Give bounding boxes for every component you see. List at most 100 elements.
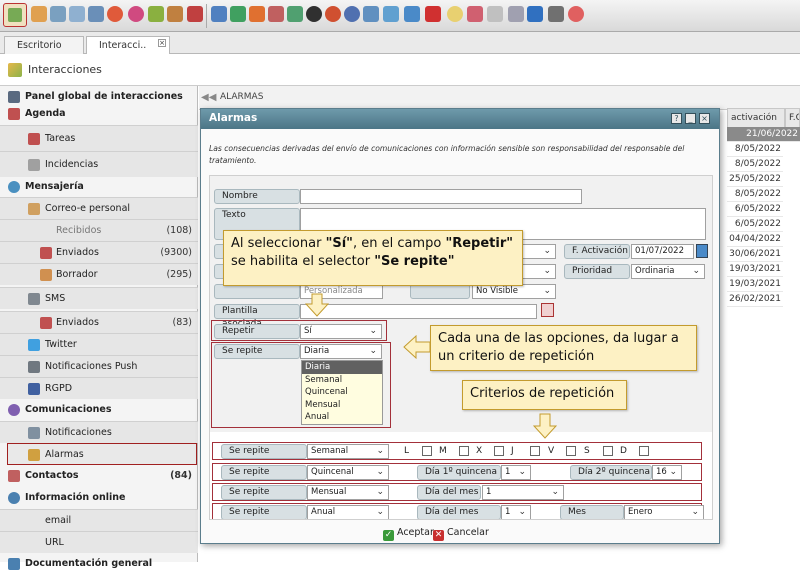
close-icon[interactable]: ×: [699, 113, 710, 124]
user-icon[interactable]: [31, 6, 47, 22]
anual-dia-select[interactable]: 1 ⌄: [501, 505, 531, 519]
delete-template-icon[interactable]: [541, 303, 554, 317]
quincenal-select[interactable]: Quincenal ⌄: [307, 465, 389, 480]
nombre-input[interactable]: [300, 189, 582, 204]
dropdown-option[interactable]: Semanal: [302, 374, 382, 387]
weekday-checkbox[interactable]: [530, 446, 540, 456]
dia-1-value: 1: [505, 467, 511, 477]
chat-icon[interactable]: [325, 6, 341, 22]
package-icon[interactable]: [287, 6, 303, 22]
sidebar-item-rgpd[interactable]: RGPD: [0, 377, 198, 399]
repetir-select[interactable]: Sí ⌄: [300, 324, 382, 339]
se-repite-select[interactable]: Diaria ⌄: [300, 344, 382, 359]
target-icon[interactable]: [128, 6, 144, 22]
weekday-checkbox[interactable]: [422, 446, 432, 456]
sidebar-item-sms-enviados[interactable]: Enviados (83): [0, 311, 198, 333]
f-activacion-input[interactable]: 01/07/2022: [631, 244, 694, 259]
mes-label: Mes: [560, 505, 624, 519]
semanal-select[interactable]: Semanal ⌄: [307, 444, 389, 459]
mes-select[interactable]: Enero ⌄: [624, 505, 704, 519]
column-header-fco[interactable]: F.Co: [785, 108, 800, 128]
calendar-icon[interactable]: [696, 244, 708, 258]
dropdown-option[interactable]: Diaria: [302, 361, 382, 374]
weekday-checkbox[interactable]: [639, 446, 649, 456]
gift-icon[interactable]: [187, 6, 203, 22]
sidebar-item-incidencias[interactable]: Incidencias: [0, 151, 198, 177]
news-icon[interactable]: [467, 6, 483, 22]
diamond-icon[interactable]: [363, 6, 379, 22]
phone-icon[interactable]: [527, 6, 543, 22]
sidebar-item-email[interactable]: email: [0, 509, 198, 531]
help-icon[interactable]: [568, 6, 584, 22]
sidebar-item-comunicaciones[interactable]: Comunicaciones: [0, 399, 198, 421]
prioridad-select[interactable]: Ordinaria ⌄: [631, 264, 705, 279]
sidebar-item-twitter[interactable]: Twitter: [0, 333, 198, 355]
sidebar-item-agenda[interactable]: Agenda: [0, 103, 198, 125]
list-icon[interactable]: [69, 6, 85, 22]
minimize-icon[interactable]: _: [685, 113, 696, 124]
sidebar-item-enviados[interactable]: Enviados (9300): [0, 241, 198, 263]
sidebar-item-tareas[interactable]: Tareas: [0, 125, 198, 151]
ball-icon[interactable]: [306, 6, 322, 22]
cancel-button[interactable]: ✕ Cancelar: [433, 527, 489, 541]
dia-2-quincena-label: Día 2º quincena: [570, 465, 652, 480]
tab-interacciones[interactable]: Interacci.. ×: [86, 36, 170, 54]
dialog-title: Alarmas: [209, 112, 258, 124]
contacts-icon[interactable]: [50, 6, 66, 22]
globe-icon[interactable]: [344, 6, 360, 22]
weekday-checkbox[interactable]: [494, 446, 504, 456]
sidebar-item-informacion-online[interactable]: Información online: [0, 487, 198, 509]
weekday-checkbox[interactable]: [603, 446, 613, 456]
sidebar-item-url[interactable]: URL: [0, 531, 198, 553]
dropdown-option[interactable]: Anual: [302, 411, 382, 424]
monitor-icon[interactable]: [88, 6, 104, 22]
collapse-icon[interactable]: ◀◀: [201, 92, 216, 104]
help-icon[interactable]: ?: [671, 113, 682, 124]
car-icon[interactable]: [211, 6, 227, 22]
plantilla-input[interactable]: [300, 304, 537, 319]
anual-select[interactable]: Anual ⌄: [307, 505, 389, 519]
lightbulb-icon[interactable]: [447, 6, 463, 22]
accept-button[interactable]: ✓ Aceptar: [383, 527, 434, 541]
document-icon[interactable]: [230, 6, 246, 22]
download-icon[interactable]: [383, 6, 399, 22]
sidebar-item-borrador[interactable]: Borrador (295): [0, 263, 198, 285]
sidebar-item-correo[interactable]: Correo-e personal: [0, 197, 198, 219]
sidebar-item-documentacion[interactable]: Documentación general: [0, 553, 198, 575]
sidebar-item-push[interactable]: Notificaciones Push: [0, 355, 198, 377]
tab-escritorio[interactable]: Escritorio: [4, 36, 84, 54]
check-icon[interactable]: [148, 6, 164, 22]
google-icon[interactable]: [425, 6, 441, 22]
sidebar-item-contactos[interactable]: Contactos (84): [0, 465, 198, 487]
mensual-select[interactable]: Mensual ⌄: [307, 485, 389, 500]
outlook-icon[interactable]: [404, 6, 420, 22]
contact-card-icon[interactable]: [268, 6, 284, 22]
briefcase-icon[interactable]: [167, 6, 183, 22]
sidebar-item-notificaciones[interactable]: Notificaciones: [0, 421, 198, 443]
sidebar-item-recibidos[interactable]: Recibidos (108): [0, 219, 198, 241]
cancel-icon: ✕: [433, 530, 444, 541]
dropdown-option[interactable]: Quincenal: [302, 386, 382, 399]
person-icon[interactable]: [249, 6, 265, 22]
sidebar-item-alarmas[interactable]: Alarmas: [7, 443, 197, 465]
sidebar-item-sms[interactable]: SMS: [0, 287, 198, 309]
file-icon[interactable]: [508, 6, 524, 22]
cancel-label: Cancelar: [447, 527, 489, 538]
dia-1-quincena-select[interactable]: 1 ⌄: [501, 465, 531, 480]
dropdown-option[interactable]: Mensual: [302, 399, 382, 412]
weekday-checkbox[interactable]: [459, 446, 469, 456]
fire-icon[interactable]: [107, 6, 123, 22]
tools-icon[interactable]: [548, 6, 564, 22]
close-icon[interactable]: ×: [158, 39, 166, 47]
sidebar-item-mensajeria[interactable]: Mensajería: [0, 177, 198, 197]
column-header-activacion[interactable]: activación: [727, 108, 785, 128]
clipboard-icon[interactable]: [487, 6, 503, 22]
dia-2-value: 16: [656, 467, 667, 477]
partial-select-2[interactable]: No Visible ⌄: [472, 284, 556, 299]
dia-del-mes-select[interactable]: 1 ⌄: [482, 485, 564, 500]
dia-2-quincena-select[interactable]: 16 ⌄: [652, 465, 682, 480]
tab-label: Escritorio: [17, 40, 62, 51]
table-cell: 30/06/2021: [727, 247, 783, 262]
weekday-checkbox[interactable]: [566, 446, 576, 456]
home-icon[interactable]: [3, 3, 27, 27]
